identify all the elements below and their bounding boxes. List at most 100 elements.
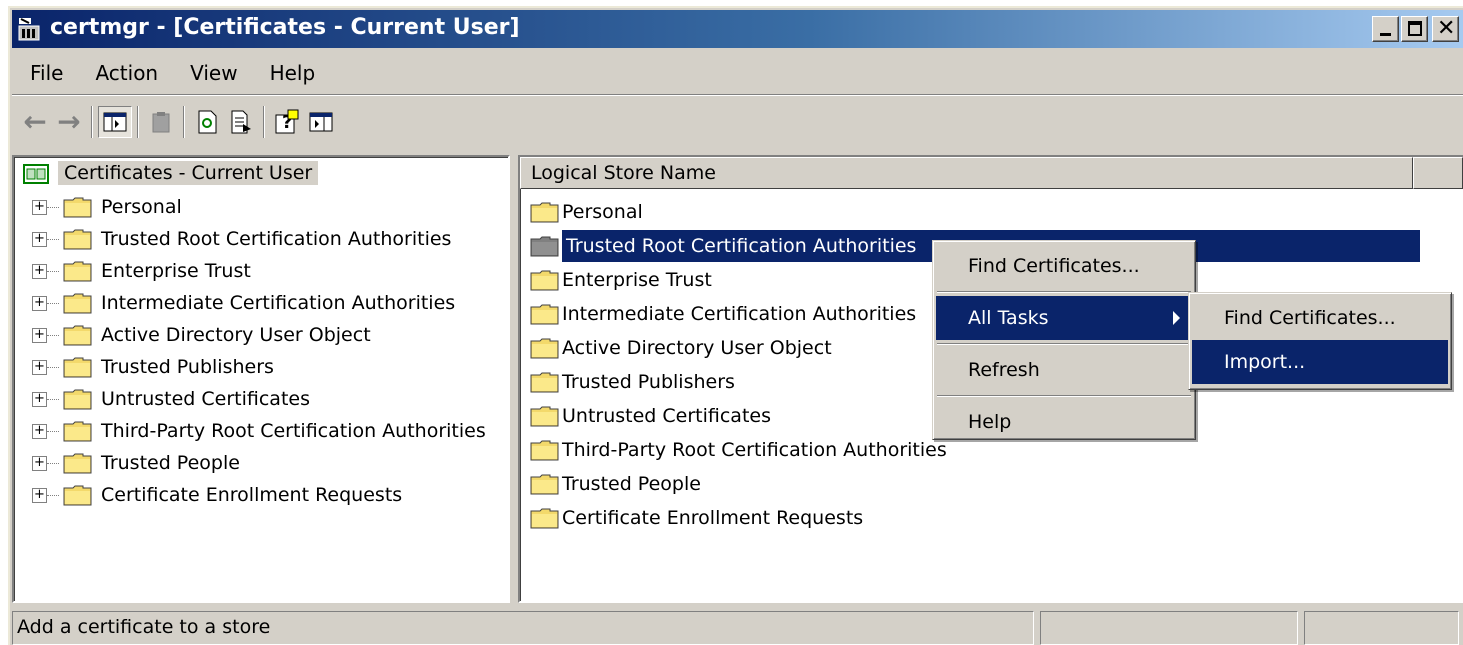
menu-bar: File Action View Help <box>12 55 331 91</box>
list-item-label: Trusted Publishers <box>562 371 735 393</box>
column-header-empty[interactable] <box>1413 157 1463 189</box>
folder-icon <box>530 508 559 529</box>
tree-item[interactable]: + Trusted Root Certification Authorities <box>14 223 486 255</box>
tree-connector <box>47 270 59 272</box>
tree-item-label: Intermediate Certification Authorities <box>101 292 456 314</box>
tree-item[interactable]: + Untrusted Certificates <box>14 383 486 415</box>
expand-icon[interactable]: + <box>32 231 47 247</box>
submenu-import[interactable]: Import... <box>1192 340 1448 384</box>
folder-icon <box>530 406 559 427</box>
export-list-button[interactable] <box>224 106 258 138</box>
list-item[interactable]: Trusted People <box>530 467 1420 501</box>
help-button[interactable]: ? <box>270 106 304 138</box>
console-tree-pane[interactable]: Certificates - Current User + Personal + Tr… <box>12 155 510 603</box>
tree-item[interactable]: + Personal <box>14 191 486 223</box>
context-help[interactable]: Help <box>936 400 1192 444</box>
expand-icon[interactable]: + <box>32 487 47 503</box>
context-refresh[interactable]: Refresh <box>936 348 1192 392</box>
folder-icon <box>530 440 559 461</box>
expand-icon[interactable]: + <box>32 199 47 215</box>
delete-button[interactable] <box>144 106 178 138</box>
menu-action[interactable]: Action <box>79 61 174 85</box>
tree-connector <box>47 398 59 400</box>
column-header-logical-store-name[interactable]: Logical Store Name <box>520 157 1414 189</box>
folder-icon <box>530 304 559 325</box>
tree-item[interactable]: + Enterprise Trust <box>14 255 486 287</box>
tree-item[interactable]: + Active Directory User Object <box>14 319 486 351</box>
tree-connector <box>47 302 59 304</box>
expand-icon[interactable]: + <box>32 327 47 343</box>
expand-icon[interactable]: + <box>32 423 47 439</box>
title-bar[interactable]: certmgr - [Certificates - Current User] … <box>12 10 1463 48</box>
context-separator <box>937 395 1191 397</box>
window-title: certmgr - [Certificates - Current User] <box>50 15 520 40</box>
tree-connector <box>47 366 59 368</box>
tree-connector <box>47 206 59 208</box>
tree-root[interactable]: Certificates - Current User <box>22 161 319 185</box>
list-item-label: Trusted People <box>562 473 701 495</box>
tree-item[interactable]: + Trusted People <box>14 447 486 479</box>
close-button[interactable]: ✕ <box>1432 16 1459 42</box>
tree-connector <box>47 494 59 496</box>
show-hide-console-tree-button[interactable] <box>98 106 132 138</box>
all-tasks-submenu: Find Certificates... Import... <box>1188 292 1452 390</box>
tree-connector <box>47 334 59 336</box>
list-item[interactable]: Certificate Enrollment Requests <box>530 501 1420 535</box>
expand-icon[interactable]: + <box>32 391 47 407</box>
folder-icon <box>530 202 559 223</box>
export-list-icon <box>231 110 251 134</box>
expand-icon[interactable]: + <box>32 455 47 471</box>
folder-icon <box>63 229 92 250</box>
folder-icon <box>63 389 92 410</box>
context-find-certificates[interactable]: Find Certificates... <box>936 244 1192 288</box>
tree-item[interactable]: + Intermediate Certification Authorities <box>14 287 486 319</box>
forward-button[interactable]: → <box>52 106 86 138</box>
back-button[interactable]: ← <box>18 106 52 138</box>
tree-item-label: Untrusted Certificates <box>101 388 310 410</box>
list-item-label: Personal <box>562 201 643 223</box>
toolbar-separator <box>91 106 93 138</box>
context-all-tasks[interactable]: All Tasks <box>936 296 1192 340</box>
folder-icon <box>63 357 92 378</box>
status-text: Add a certificate to a store <box>12 611 1034 645</box>
menu-divider <box>12 94 1463 96</box>
maximize-button[interactable] <box>1401 16 1428 42</box>
minimize-button[interactable] <box>1372 16 1399 42</box>
certificates-store-icon <box>23 164 49 184</box>
show-hide-action-pane-button[interactable] <box>304 106 338 138</box>
tree-item-label: Third-Party Root Certification Authoriti… <box>101 420 486 442</box>
folder-icon <box>530 236 559 257</box>
tree-item[interactable]: + Certificate Enrollment Requests <box>14 479 486 511</box>
toolbar-separator <box>183 106 185 138</box>
tree-item[interactable]: + Third-Party Root Certification Authorit… <box>14 415 486 447</box>
tree-item-label: Trusted People <box>101 452 240 474</box>
refresh-icon <box>198 110 217 134</box>
folder-icon <box>63 325 92 346</box>
folder-icon <box>530 338 559 359</box>
menu-file[interactable]: File <box>12 61 79 85</box>
certmgr-icon <box>18 18 40 41</box>
tree-item[interactable]: + Trusted Publishers <box>14 351 486 383</box>
folder-icon <box>63 453 92 474</box>
expand-icon[interactable]: + <box>32 263 47 279</box>
context-separator <box>937 291 1191 293</box>
folder-icon <box>63 485 92 506</box>
folder-icon <box>530 270 559 291</box>
submenu-find-certificates[interactable]: Find Certificates... <box>1192 296 1448 340</box>
help-icon: ? <box>275 109 299 134</box>
list-item[interactable]: Personal <box>530 195 1420 229</box>
tree-item-label: Certificate Enrollment Requests <box>101 484 403 506</box>
tree-connector <box>47 462 59 464</box>
status-bar: Add a certificate to a store <box>12 611 1463 645</box>
refresh-button[interactable] <box>190 106 224 138</box>
list-item-label: Active Directory User Object <box>562 337 832 359</box>
expand-icon[interactable]: + <box>32 359 47 375</box>
expand-icon[interactable]: + <box>32 295 47 311</box>
context-separator <box>937 343 1191 345</box>
delete-icon <box>152 112 170 133</box>
status-cell-2 <box>1040 611 1298 645</box>
folder-icon <box>63 293 92 314</box>
list-item-label: Certificate Enrollment Requests <box>562 507 864 529</box>
menu-help[interactable]: Help <box>254 61 332 85</box>
menu-view[interactable]: View <box>174 61 253 85</box>
